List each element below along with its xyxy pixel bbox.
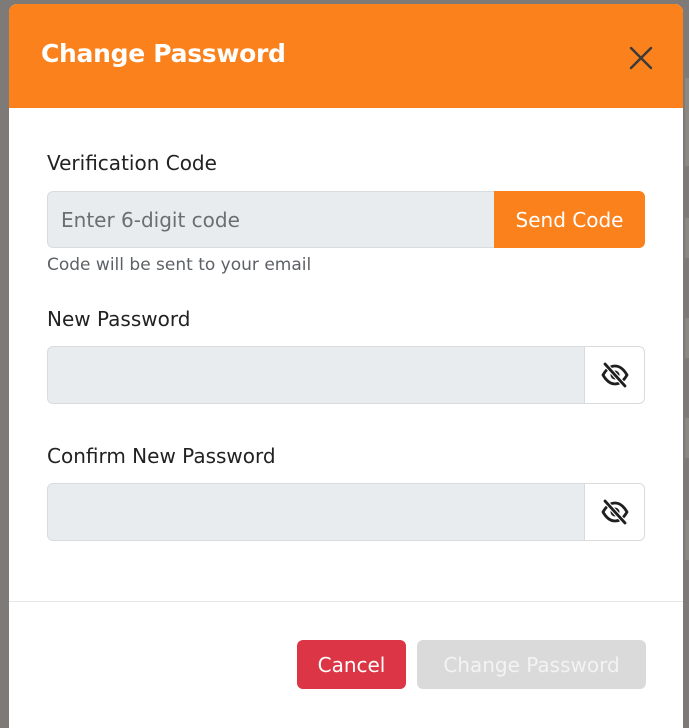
close-icon (629, 46, 653, 70)
verification-code-input[interactable] (47, 191, 495, 248)
backdrop-band (685, 418, 689, 458)
confirm-password-input[interactable] (47, 483, 585, 541)
cancel-button[interactable]: Cancel (297, 640, 406, 689)
dialog-header: Change Password (9, 4, 683, 108)
close-button[interactable] (623, 40, 659, 76)
confirm-password-visibility-toggle[interactable] (584, 483, 645, 541)
verification-help-text: Code will be sent to your email (47, 255, 312, 275)
backdrop-band (685, 218, 689, 258)
backdrop-band (685, 520, 689, 560)
verification-code-label: Verification Code (47, 151, 217, 175)
eye-slash-icon (601, 362, 629, 388)
change-password-button[interactable]: Change Password (417, 640, 646, 689)
confirm-password-label: Confirm New Password (47, 444, 276, 468)
send-code-button[interactable]: Send Code (494, 191, 645, 248)
change-password-dialog: Change Password Verification Code Send C… (9, 4, 683, 728)
footer-divider (9, 601, 683, 602)
backdrop-band (685, 318, 689, 358)
new-password-visibility-toggle[interactable] (584, 346, 645, 404)
new-password-input[interactable] (47, 346, 585, 404)
dialog-title: Change Password (41, 39, 286, 68)
backdrop-band (685, 78, 689, 166)
eye-slash-icon (601, 499, 629, 525)
new-password-label: New Password (47, 307, 191, 331)
